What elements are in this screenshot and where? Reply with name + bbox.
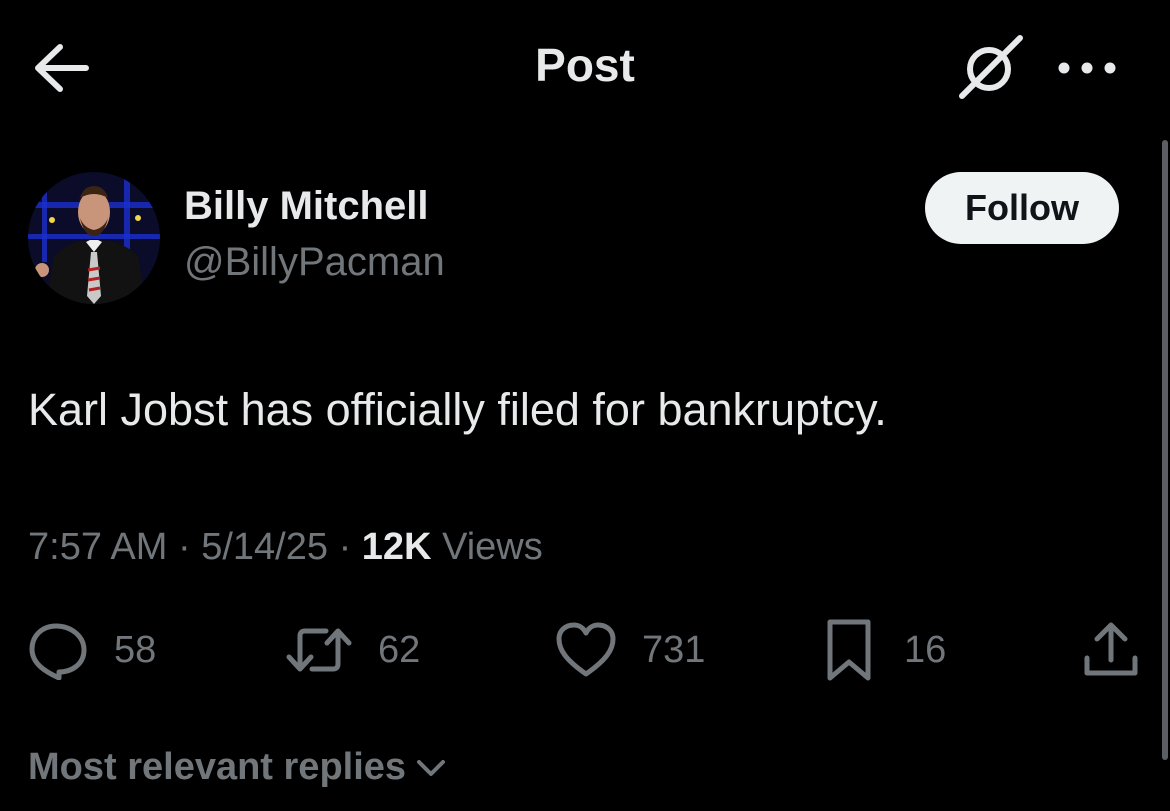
bookmark-button[interactable]: 16 (824, 618, 946, 682)
scrollbar[interactable] (1162, 140, 1168, 760)
views-count[interactable]: 12K (362, 526, 432, 568)
arrow-left-icon (35, 44, 89, 92)
top-bar: Post (0, 0, 1170, 135)
follow-button[interactable]: Follow (925, 172, 1119, 244)
profile-photo (28, 172, 160, 304)
replies-sort-label: Most relevant replies (28, 746, 407, 788)
share-icon (1084, 622, 1138, 676)
reply-icon (29, 623, 87, 680)
heart-icon (556, 622, 616, 677)
reply-count: 58 (114, 628, 157, 671)
bookmark-icon (827, 619, 871, 681)
author-name[interactable]: Billy Mitchell (184, 184, 429, 229)
avatar[interactable] (28, 172, 160, 304)
back-button[interactable] (30, 40, 94, 96)
chevron-down-icon (417, 759, 446, 776)
repost-button[interactable]: 62 (286, 618, 420, 682)
like-button[interactable]: 731 (554, 618, 705, 682)
bookmark-count: 16 (904, 628, 947, 671)
views-label: Views (442, 526, 543, 568)
post-date[interactable]: 5/14/25 (201, 526, 328, 568)
more-options-button[interactable] (1052, 44, 1122, 92)
share-button[interactable] (1082, 618, 1140, 682)
repost-count: 62 (378, 628, 421, 671)
replies-sort-dropdown[interactable]: Most relevant replies (28, 746, 448, 789)
post-time[interactable]: 7:57 AM (28, 526, 167, 568)
author-handle[interactable]: @BillyPacman (184, 240, 445, 285)
meta-separator: · (177, 526, 191, 568)
meta-separator: · (338, 526, 352, 568)
post-text: Karl Jobst has officially filed for bank… (28, 384, 887, 435)
reply-button[interactable]: 58 (26, 618, 156, 682)
grok-button[interactable] (956, 34, 1028, 102)
repost-icon (286, 628, 352, 672)
post-meta: 7:57 AM · 5/14/25 · 12K Views (28, 526, 543, 569)
grok-icon (959, 35, 1023, 99)
more-horizontal-icon (1058, 62, 1116, 74)
like-count: 731 (642, 628, 706, 671)
